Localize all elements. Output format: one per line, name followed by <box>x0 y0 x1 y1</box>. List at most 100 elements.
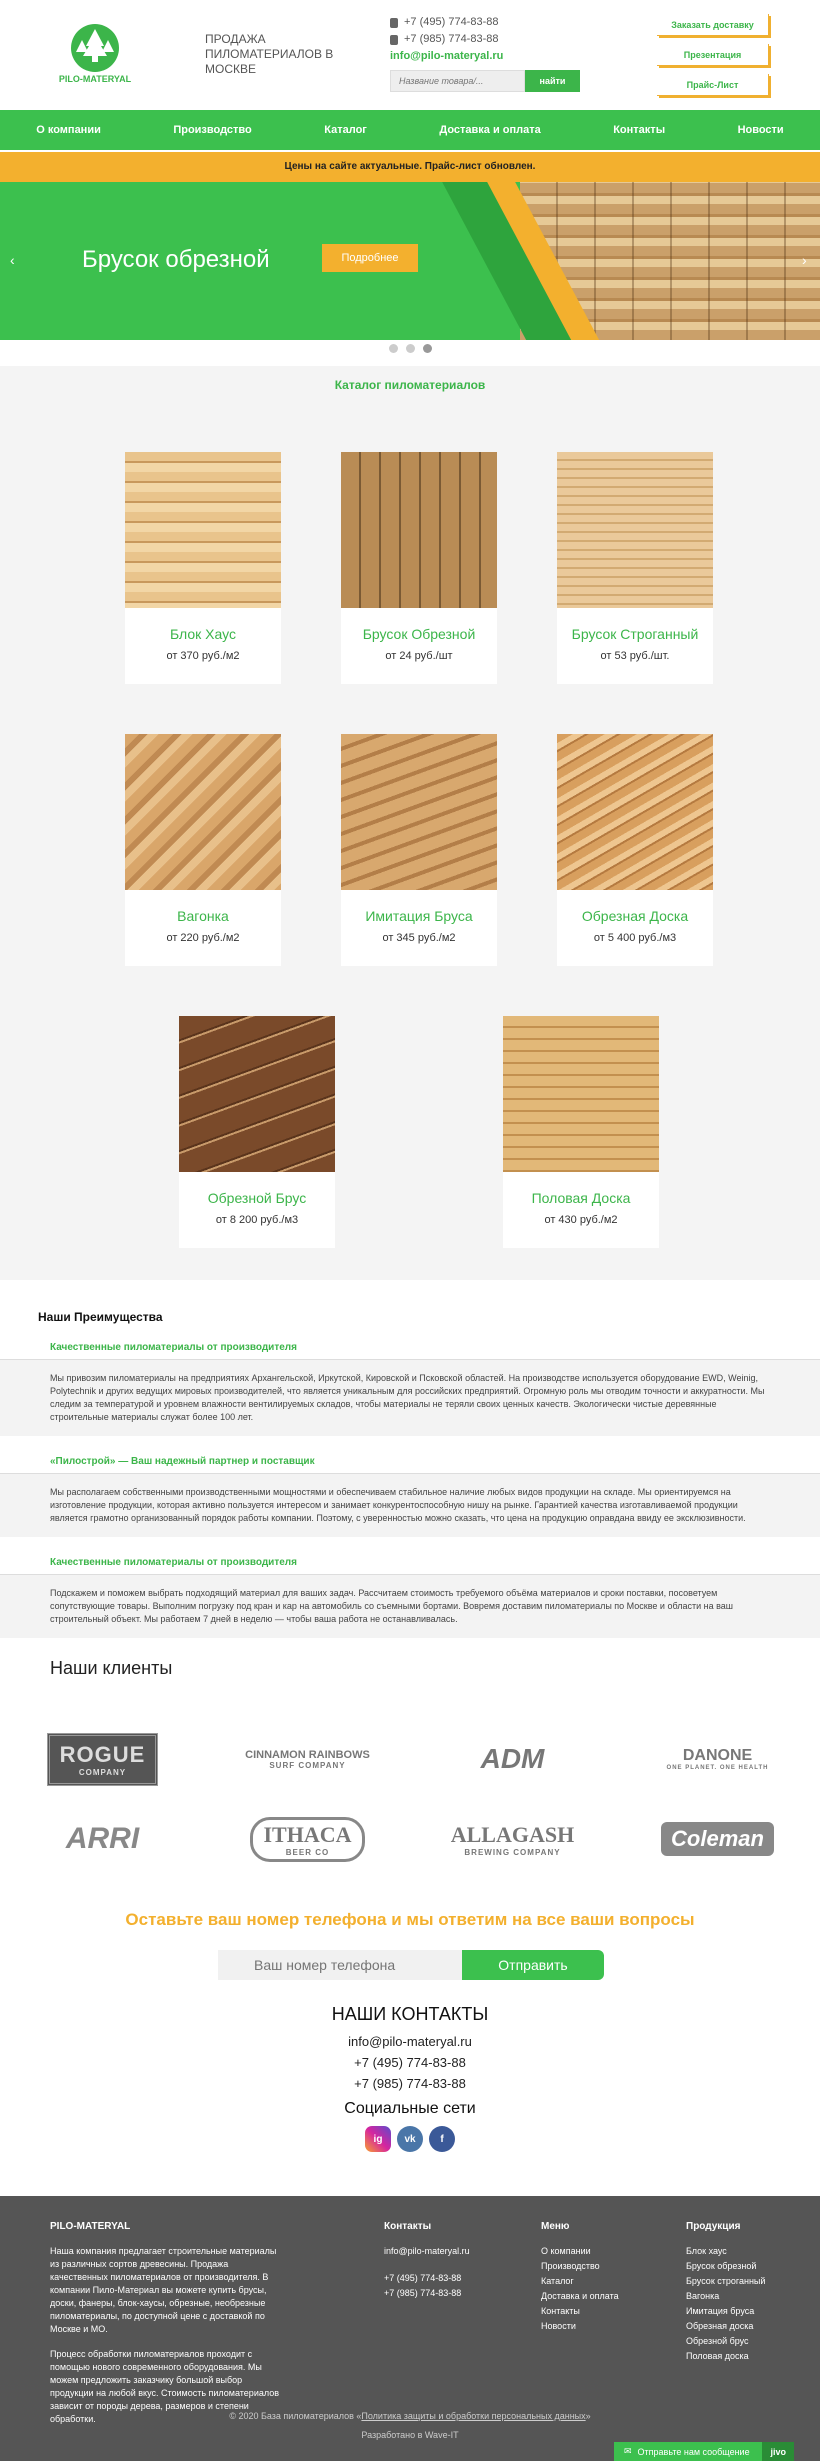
chat-label: Отправьте нам сообщение <box>637 2446 750 2457</box>
client-logo-danone: DANONE ONE PLANET. ONE HEALTH <box>666 1747 769 1771</box>
footer-product-item[interactable]: Обрезная доска <box>686 2320 765 2333</box>
footer-phone[interactable]: +7 (495) 774-83-88 <box>384 2272 470 2285</box>
advantage-text: Подскажем и поможем выбрать подходящий м… <box>0 1575 820 1638</box>
hero-slider: Брусок обрезной Подробнее ‹ › <box>0 182 820 340</box>
product-name[interactable]: Имитация Бруса <box>341 908 497 924</box>
search-button[interactable]: найти <box>525 70 580 92</box>
order-delivery-button[interactable]: Заказать доставку <box>657 14 769 36</box>
privacy-policy-link[interactable]: Политика защиты и обработки персональных… <box>361 2411 585 2421</box>
footer-product-item[interactable]: Обрезной брус <box>686 2335 765 2348</box>
phone-2[interactable]: +7 (985) 774-83-88 <box>404 31 498 48</box>
tagline: ПРОДАЖА ПИЛОМАТЕРИАЛОВ В МОСКВЕ <box>205 32 334 76</box>
product-image[interactable] <box>179 1016 335 1172</box>
footer-menu-item[interactable]: Каталог <box>541 2275 619 2288</box>
footer-product-item[interactable]: Вагонка <box>686 2290 765 2303</box>
footer: PILO-MATERYAL Наша компания предлагает с… <box>0 2196 820 2461</box>
contacts-email[interactable]: info@pilo-materyal.ru <box>0 2031 820 2052</box>
product-card[interactable]: Вагонка от 220 руб./м2 <box>125 734 281 966</box>
contacts-section: НАШИ КОНТАКТЫ info@pilo-materyal.ru +7 (… <box>0 2004 820 2152</box>
footer-menu-item[interactable]: О компании <box>541 2245 619 2258</box>
search-input[interactable] <box>390 70 525 92</box>
advantage-heading: «Пилострой» — Ваш надежный партнер и пос… <box>0 1450 820 1474</box>
footer-menu-item[interactable]: Доставка и оплата <box>541 2290 619 2303</box>
svg-text:PILO-MATERYAL: PILO-MATERYAL <box>59 74 132 84</box>
product-name[interactable]: Половая Доска <box>503 1190 659 1206</box>
nav-production[interactable]: Производство <box>173 124 251 136</box>
slider-dot[interactable] <box>405 344 415 353</box>
advantage-block: «Пилострой» — Ваш надежный партнер и пос… <box>0 1450 820 1537</box>
phone-icon <box>390 34 398 45</box>
product-card[interactable]: Имитация Бруса от 345 руб./м2 <box>341 734 497 966</box>
product-price: от 220 руб./м2 <box>166 932 240 944</box>
footer-contacts: Контакты info@pilo-materyal.ru +7 (495) … <box>384 2220 470 2302</box>
slider-prev-icon[interactable]: ‹ <box>10 252 15 268</box>
product-card[interactable]: Половая Доска от 430 руб./м2 <box>503 1016 659 1248</box>
nav-delivery[interactable]: Доставка и оплата <box>439 124 540 136</box>
instagram-icon[interactable]: ig <box>365 2126 391 2152</box>
phone-input[interactable] <box>218 1950 462 1980</box>
footer-menu-item[interactable]: Контакты <box>541 2305 619 2318</box>
slider-dot[interactable] <box>388 344 398 353</box>
footer-menu-item[interactable]: Новости <box>541 2320 619 2333</box>
footer-menu-title: Меню <box>541 2221 570 2232</box>
product-image[interactable] <box>341 452 497 608</box>
product-name[interactable]: Блок Хаус <box>125 626 281 642</box>
product-image[interactable] <box>341 734 497 890</box>
product-card[interactable]: Обрезной Брус от 8 200 руб./м3 <box>179 1016 335 1248</box>
contacts-phone-1[interactable]: +7 (495) 774-83-88 <box>0 2052 820 2073</box>
product-image[interactable] <box>503 1016 659 1172</box>
footer-product-item[interactable]: Половая доска <box>686 2350 765 2363</box>
presentation-button[interactable]: Презентация <box>657 44 769 66</box>
slider-dots <box>0 344 820 353</box>
footer-product-item[interactable]: Блок хаус <box>686 2245 765 2258</box>
nav-contacts[interactable]: Контакты <box>613 124 665 136</box>
advantages-title: Наши Преимущества <box>38 1310 163 1324</box>
product-price: от 5 400 руб./м3 <box>593 932 677 944</box>
facebook-icon[interactable]: f <box>429 2126 455 2152</box>
nav-catalog[interactable]: Каталог <box>324 124 367 136</box>
more-button[interactable]: Подробнее <box>322 244 418 272</box>
product-name[interactable]: Брусок Обрезной <box>341 626 497 642</box>
product-card[interactable]: Блок Хаус от 370 руб./м2 <box>125 452 281 684</box>
footer-product-item[interactable]: Брусок строганный <box>686 2275 765 2288</box>
product-name[interactable]: Брусок Строганный <box>557 626 713 642</box>
vk-icon[interactable]: vk <box>397 2126 423 2152</box>
footer-menu: Меню О компании Производство Каталог Дос… <box>541 2220 619 2335</box>
footer-product-item[interactable]: Брусок обрезной <box>686 2260 765 2273</box>
product-name[interactable]: Обрезной Брус <box>179 1190 335 1206</box>
slider-dot-active[interactable] <box>422 344 432 353</box>
product-name[interactable]: Обрезная Доска <box>557 908 713 924</box>
product-image[interactable] <box>557 734 713 890</box>
slider-next-icon[interactable]: › <box>802 252 807 268</box>
client-logo-allagash: ALLAGASH BREWING COMPANY <box>450 1821 575 1857</box>
footer-bottom: © 2020 База пиломатериалов «Политика защ… <box>0 2410 820 2442</box>
product-card[interactable]: Обрезная Доска от 5 400 руб./м3 <box>557 734 713 966</box>
product-image[interactable] <box>125 734 281 890</box>
footer-menu-item[interactable]: Производство <box>541 2260 619 2273</box>
developer-credit[interactable]: Разработано в Wave-IT <box>0 2429 820 2442</box>
product-card[interactable]: Брусок Строганный от 53 руб./шт. <box>557 452 713 684</box>
footer-email[interactable]: info@pilo-materyal.ru <box>384 2245 470 2258</box>
contacts-title: НАШИ КОНТАКТЫ <box>331 2004 489 2024</box>
product-price: от 345 руб./м2 <box>382 932 456 944</box>
logo[interactable]: PILO-MATERYAL <box>52 20 138 90</box>
advantage-block: Качественные пиломатериалы от производит… <box>0 1551 820 1638</box>
product-image[interactable] <box>125 452 281 608</box>
nav-about[interactable]: О компании <box>36 124 101 136</box>
product-name[interactable]: Вагонка <box>125 908 281 924</box>
clients-logos: ROGUE COMPANY CINNAMON RAINBOWS SURF COMPA… <box>0 1726 820 1872</box>
nav-news[interactable]: Новости <box>738 124 784 136</box>
product-card[interactable]: Брусок Обрезной от 24 руб./шт <box>341 452 497 684</box>
footer-phone[interactable]: +7 (985) 774-83-88 <box>384 2287 470 2300</box>
contacts-phone-2[interactable]: +7 (985) 774-83-88 <box>0 2073 820 2094</box>
client-logo-cinnamon: CINNAMON RAINBOWS SURF COMPANY <box>245 1748 370 1770</box>
chat-widget-button[interactable]: ✉ Отправьте нам сообщение jivo <box>614 2442 794 2461</box>
slide-title: Брусок обрезной <box>82 246 270 273</box>
product-image[interactable] <box>557 452 713 608</box>
footer-product-item[interactable]: Имитация бруса <box>686 2305 765 2318</box>
header: PILO-MATERYAL ПРОДАЖА ПИЛОМАТЕРИАЛОВ В М… <box>0 0 820 110</box>
phone-1[interactable]: +7 (495) 774-83-88 <box>404 14 498 31</box>
pricelist-button[interactable]: Прайс-Лист <box>657 74 769 96</box>
header-email[interactable]: info@pilo-materyal.ru <box>390 50 503 62</box>
send-button[interactable]: Отправить <box>462 1950 604 1980</box>
